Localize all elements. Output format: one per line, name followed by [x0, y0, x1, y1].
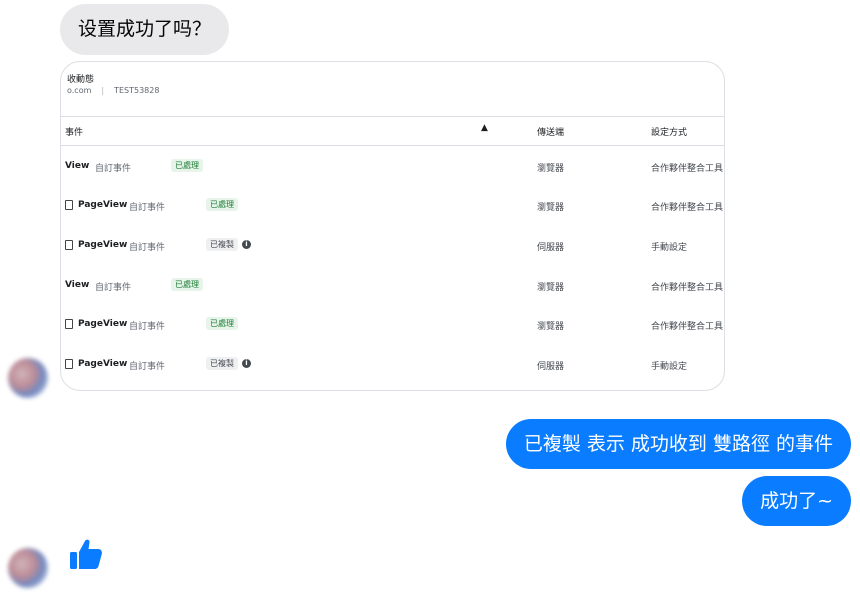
column-header-sender: 傳送端: [537, 128, 565, 138]
panel-subtitle: o.com | TEST53828: [67, 86, 160, 95]
avatar[interactable]: [8, 548, 48, 588]
avatar[interactable]: [8, 358, 48, 398]
event-name: PageView: [78, 319, 128, 329]
event-type: 自訂事件: [95, 283, 132, 293]
pixel-id-text: TEST53828: [114, 86, 160, 95]
sender-cell: 瀏覽器: [537, 283, 565, 293]
events-panel-header: 收動態 o.com | TEST53828: [61, 62, 724, 117]
table-row: PageView 自訂事件 已處理 瀏覽器 合作夥伴整合工具: [61, 316, 724, 336]
method-cell: 合作夥伴整合工具: [651, 203, 724, 213]
event-type: 自訂事件: [95, 164, 132, 174]
info-icon[interactable]: i: [242, 359, 251, 368]
event-name: View: [65, 161, 90, 171]
method-cell: 手動設定: [651, 243, 688, 253]
table-row: View 自訂事件 已處理 瀏覽器 合作夥伴整合工具: [61, 158, 724, 178]
status-badge: 已處理: [206, 317, 238, 330]
thumbs-up-icon[interactable]: [68, 537, 104, 573]
event-type: 自訂事件: [129, 362, 166, 372]
document-icon: [65, 319, 73, 331]
outgoing-message[interactable]: 已複製 表示 成功收到 雙路徑 的事件: [505, 419, 851, 469]
info-icon[interactable]: i: [242, 240, 251, 249]
document-icon: [65, 200, 73, 212]
table-row: View 自訂事件 已處理 瀏覽器 合作夥伴整合工具: [61, 277, 724, 297]
outgoing-message[interactable]: 成功了~: [742, 476, 851, 526]
divider: [61, 145, 724, 146]
sender-cell: 瀏覽器: [537, 322, 565, 332]
status-badge: 已複製: [206, 357, 238, 370]
table-row: PageView 自訂事件 已複製 i 伺服器 手動設定: [61, 356, 724, 376]
incoming-message[interactable]: 设置成功了吗？: [60, 4, 230, 55]
event-name: PageView: [78, 359, 128, 369]
event-type: 自訂事件: [129, 243, 166, 253]
table-row: PageView 自訂事件 已複製 i 伺服器 手動設定: [61, 237, 724, 257]
sender-cell: 伺服器: [537, 243, 565, 253]
event-name: View: [65, 280, 90, 290]
method-cell: 手動設定: [651, 362, 688, 372]
method-cell: 合作夥伴整合工具: [651, 283, 724, 293]
column-header-method: 設定方式: [651, 128, 688, 138]
screenshot-attachment[interactable]: 收動態 o.com | TEST53828 事件 ▲ 傳送端 設定方式 View 自…: [60, 61, 725, 391]
event-name: PageView: [78, 240, 128, 250]
sender-cell: 瀏覽器: [537, 164, 565, 174]
document-icon: [65, 240, 73, 252]
event-name: PageView: [78, 200, 128, 210]
method-cell: 合作夥伴整合工具: [651, 164, 724, 174]
event-type: 自訂事件: [129, 322, 166, 332]
panel-title: 收動態: [67, 75, 95, 85]
sender-cell: 伺服器: [537, 362, 565, 372]
document-icon: [65, 359, 73, 371]
sender-cell: 瀏覽器: [537, 203, 565, 213]
column-header-event: 事件: [65, 128, 84, 138]
status-badge: 已處理: [171, 159, 203, 172]
event-type: 自訂事件: [129, 203, 166, 213]
domain-text: o.com: [67, 86, 92, 95]
method-cell: 合作夥伴整合工具: [651, 322, 724, 332]
status-badge: 已處理: [171, 278, 203, 291]
divider: [61, 116, 724, 117]
status-badge: 已處理: [206, 198, 238, 211]
warning-icon: ▲: [481, 123, 488, 133]
table-row: PageView 自訂事件 已處理 瀏覽器 合作夥伴整合工具: [61, 197, 724, 217]
status-badge: 已複製: [206, 238, 238, 251]
